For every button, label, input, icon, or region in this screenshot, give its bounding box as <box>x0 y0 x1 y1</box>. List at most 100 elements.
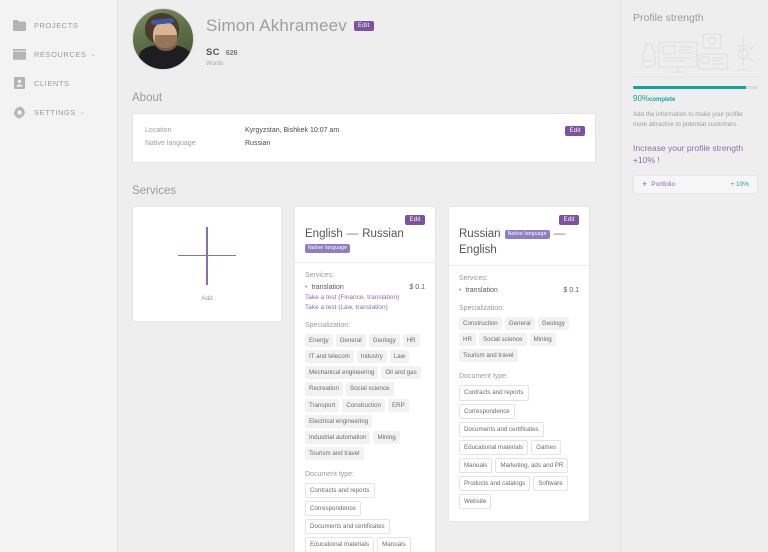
sidebar-item-resources[interactable]: RESOURCES ⌄ <box>0 43 117 65</box>
take-a-test-link[interactable]: Take a test (Finance, translation) <box>305 294 425 301</box>
tag-chip: Industrial automation <box>305 430 371 444</box>
score-row: SC 626 <box>206 47 374 58</box>
tag-chip: Recreation <box>305 382 343 396</box>
tag-chip: Construction <box>459 317 502 331</box>
take-a-test-link[interactable]: Take a test (Law, translation) <box>305 304 425 311</box>
document-type-label: Document type: <box>305 471 355 478</box>
add-service-card[interactable]: Add <box>132 206 282 322</box>
tag-chip: Marketing, ads and PR <box>495 457 569 473</box>
sidebar-item-label: RESOURCES <box>34 49 87 59</box>
sidebar-item-label: PROJECTS <box>34 20 79 30</box>
tag-chip: Geology <box>368 334 400 348</box>
sidebar-item-label: SETTINGS <box>34 107 76 117</box>
tag-chip: Social science <box>345 382 394 396</box>
percent-value: 90% <box>633 94 650 103</box>
sidebar-item-projects[interactable]: PROJECTS <box>0 14 117 36</box>
tag-chip: HR <box>459 333 476 347</box>
service-card: Edit English — Russian Native language S… <box>294 206 436 552</box>
tag-chip: Tourism and travel <box>305 446 364 460</box>
chevron-down-icon: ⌄ <box>79 109 85 116</box>
add-service-label: Add <box>201 294 213 302</box>
tag-chip: HR <box>402 334 420 348</box>
tag-chip: Documents and certificates <box>459 421 544 437</box>
pair-dash: — <box>346 228 359 240</box>
services-label: Services: <box>459 275 488 282</box>
tag-chip: Educational materials <box>459 439 529 455</box>
progress-bar-fill <box>633 86 746 89</box>
tag-chip: Games <box>531 439 562 455</box>
tag-chip: Construction <box>342 398 385 412</box>
tag-chip: Oil and gas <box>381 366 421 380</box>
service-line: • translation $ 0.1 <box>459 287 579 294</box>
edit-about-button[interactable]: Edit <box>565 126 585 136</box>
service-card-header: Edit English — Russian Native language <box>295 207 435 263</box>
tag-chip: Transport <box>305 398 340 412</box>
package-icon <box>12 47 26 61</box>
about-key: Location <box>145 127 172 134</box>
tag-chip: Industry <box>356 350 387 364</box>
tag-chip: Correspondence <box>459 403 515 419</box>
language-pair: English — Russian Native language <box>305 228 425 253</box>
bullet-icon: • <box>305 284 308 291</box>
tag-chip: Website <box>459 494 492 510</box>
tag-chip: ERP <box>388 398 409 412</box>
about-key: Native language <box>145 140 196 147</box>
pair-dash: — <box>553 228 566 240</box>
service-line: • translation $ 0.1 <box>305 284 425 291</box>
profile-strength-title: Profile strength <box>633 12 704 24</box>
edit-service-button[interactable]: Edit <box>559 215 579 225</box>
page-title: Simon Akhrameev <box>206 16 347 35</box>
tag-chip: Mechanical engineering <box>305 366 379 380</box>
score-sublabel: Words <box>206 61 224 67</box>
edit-service-button[interactable]: Edit <box>405 215 425 225</box>
left-sidebar: PROJECTS RESOURCES ⌄ CLIENTS SETTINGS ⌄ <box>0 0 118 552</box>
tag-chip: Energy <box>305 334 333 348</box>
tag-chip: Manuals <box>377 537 411 552</box>
increase-strength-cta[interactable]: Increase your profile strength +10% ! <box>633 142 758 167</box>
score-value: 626 <box>225 50 238 57</box>
document-type-tags: Contracts and reports Correspondence Docum… <box>459 385 579 510</box>
add-portfolio-button[interactable]: + Portfolio + 10% <box>633 175 758 195</box>
about-heading: About <box>132 92 163 104</box>
native-language-badge: Native language <box>305 244 351 253</box>
tag-chip: Correspondence <box>305 501 361 517</box>
profile-header: Simon Akhrameev Edit SC 626 Words <box>118 0 620 70</box>
specialization-label: Specialization: <box>459 305 505 312</box>
chevron-down-icon: ⌄ <box>90 51 96 58</box>
portfolio-bonus-value: + 10% <box>730 181 749 189</box>
specialization-tags: Construction General Geology HR Social scien… <box>459 317 579 363</box>
service-price: $ 0.1 <box>563 287 579 294</box>
service-card: Edit Russian Native language — English S… <box>448 206 590 523</box>
plus-icon <box>178 226 236 285</box>
tag-chip: Tourism and travel <box>459 349 518 363</box>
language-pair: Russian Native language — English <box>459 228 579 256</box>
about-card: Location Native language Kyrgyzstan, Bis… <box>132 113 596 163</box>
folder-icon <box>12 18 26 32</box>
progress-percent-text: 90%complete <box>633 94 758 103</box>
tag-chip: Educational materials <box>305 537 375 552</box>
tag-chip: Documents and certificates <box>305 519 390 535</box>
avatar <box>132 8 194 70</box>
add-portfolio-label: Portfolio <box>651 181 676 189</box>
service-price: $ 0.1 <box>409 284 425 291</box>
about-value: Kyrgyzstan, Bishkek 10:07 am <box>245 127 340 134</box>
tag-chip: General <box>504 317 535 331</box>
bullet-icon: • <box>459 287 462 294</box>
service-name: translation <box>311 284 344 291</box>
tag-chip: Law <box>389 350 410 364</box>
plus-icon: + <box>642 179 648 190</box>
sidebar-item-label: CLIENTS <box>34 78 70 88</box>
tag-chip: Mining <box>529 333 556 347</box>
sidebar-item-settings[interactable]: SETTINGS ⌄ <box>0 101 117 123</box>
services-label: Services: <box>305 272 334 279</box>
about-value: Russian <box>245 140 271 147</box>
tag-chip: Software <box>533 476 568 492</box>
profile-strength-panel: Profile strength 90%complete Add the inf… <box>620 0 768 552</box>
sidebar-item-clients[interactable]: CLIENTS <box>0 72 117 94</box>
contact-icon <box>12 76 26 90</box>
services-row: Add Edit English — Russian Native langua… <box>132 206 620 552</box>
app-root: PROJECTS RESOURCES ⌄ CLIENTS SETTINGS ⌄ <box>0 0 768 552</box>
edit-profile-button[interactable]: Edit <box>353 21 374 31</box>
source-language: Russian <box>459 228 501 240</box>
target-language: Russian <box>362 228 404 240</box>
